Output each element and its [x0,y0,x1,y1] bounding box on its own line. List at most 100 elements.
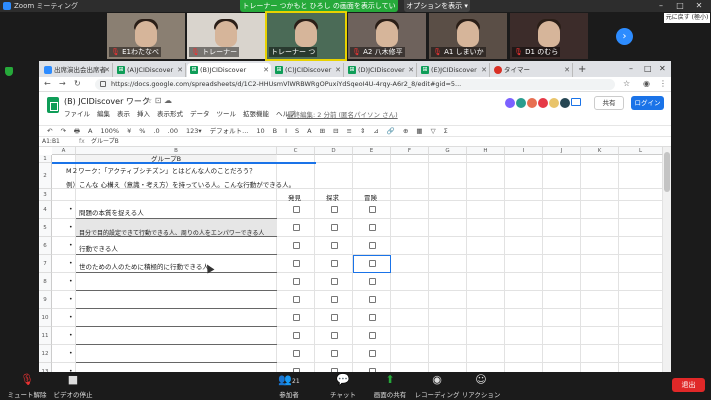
toolbar-item[interactable]: Σ [444,127,448,135]
toolbar-item[interactable]: % [139,127,145,135]
menu-extensions[interactable]: 拡張機能 [243,110,269,118]
participant-tile[interactable]: 🎙 E1わたなべ [107,13,185,59]
vertical-scrollbar[interactable] [663,147,671,372]
checkbox[interactable] [369,224,376,231]
toolbar-item[interactable]: I [285,127,287,135]
row-header[interactable]: 5 [39,219,52,237]
restore-button[interactable]: 元に戻す (極小) [664,13,710,23]
menu-edit[interactable]: 編集 [97,110,110,118]
row-header[interactable]: 8 [39,273,52,291]
star-icon[interactable]: ☆ ⊡ ☁ [145,96,172,105]
toolbar-item[interactable]: ⊞ [320,127,325,135]
checkbox[interactable] [331,242,338,249]
browser-menu-icon[interactable]: ⋮ [659,79,667,88]
toolbar-item[interactable]: ≡ [347,127,352,135]
record-button[interactable]: ◉ レコーディング [412,374,462,400]
entry-cell[interactable]: 行動できる人 [79,243,118,253]
tab-close-icon[interactable]: ✕ [408,63,414,77]
toolbar-item[interactable]: .00 [168,127,178,135]
menu-tools[interactable]: ツール [217,110,237,118]
entry-cell[interactable]: 目分で目的設定できて行動できる人、周りの人をエンパワーできる人 [79,228,264,237]
leave-meeting-button[interactable]: 退出 [672,378,705,392]
tab-close-icon[interactable]: ✕ [263,63,269,77]
checkbox[interactable] [293,314,300,321]
forward-icon[interactable]: → [59,79,66,88]
row-header[interactable]: 7 [39,255,52,273]
toolbar-item[interactable]: B [273,127,277,135]
avatar[interactable] [560,98,570,108]
checkbox[interactable] [331,224,338,231]
checkbox[interactable] [293,278,300,285]
view-options-button[interactable]: オプションを表示 ▾ [404,0,470,12]
browser-tab[interactable]: ⊞ (E)JCIDiscover ✕ [418,63,490,77]
menu-insert[interactable]: 挿入 [137,110,150,118]
share-screen-button[interactable]: ⬆ 画面の共有 [365,374,415,400]
toolbar-item[interactable]: ⊕ [403,127,408,135]
toolbar-item[interactable]: ⊟ [333,127,338,135]
chat-button[interactable]: 💬 チャット [318,374,368,400]
toolbar-item[interactable]: ▽ [431,127,436,135]
participant-tile[interactable]: 🎙 D1 のむら [510,13,588,59]
checkbox[interactable] [369,242,376,249]
tab-close-icon[interactable]: ✕ [564,63,570,77]
checkbox[interactable] [369,350,376,357]
column-header[interactable]: H [467,147,505,155]
extensions-icon[interactable]: ☆ [623,79,630,88]
row-header[interactable]: 1 [39,155,52,163]
checkbox[interactable] [293,332,300,339]
share-button[interactable]: 共有 [594,96,624,110]
checkbox[interactable] [331,206,338,213]
browser-tab[interactable]: タイマー ✕ [491,63,573,77]
browser-tab[interactable]: ⊞ (D)JCIDiscover ✕ [345,63,417,77]
url-input[interactable]: https://docs.google.com/spreadsheets/d/1… [95,79,615,90]
tab-close-icon[interactable]: ✕ [335,63,341,77]
column-header[interactable]: C [277,147,315,155]
checkbox[interactable] [331,278,338,285]
browser-maximize-icon[interactable]: □ [644,64,652,73]
reactions-button[interactable]: ☺ リアクション [456,374,506,400]
checkbox[interactable] [293,296,300,303]
maximize-icon[interactable]: □ [673,0,687,12]
checkbox[interactable] [293,260,300,267]
toolbar-item[interactable]: ⇕ [360,127,365,135]
toolbar-item[interactable]: .0 [153,127,159,135]
browser-tab[interactable]: ⊞ (A)JCIDiscover ✕ [114,63,186,77]
last-edit-link[interactable]: 最終編集: 2 分前 (匿名パイソン さん) [287,109,398,119]
toolbar-item[interactable]: A [88,127,92,135]
spreadsheet-grid[interactable]: A B C D E F G H I J K L 1 2 3 4 5 6 7 8 9 10 11 12 13 グループB M２ワーク：… [39,147,671,372]
column-header[interactable]: I [505,147,543,155]
minimize-icon[interactable]: – [654,0,668,12]
toolbar-item[interactable]: 🔗 [387,127,395,135]
row-header[interactable]: 12 [39,345,52,363]
checkbox[interactable] [369,206,376,213]
toolbar-item[interactable]: 10 [256,127,264,135]
menu-format[interactable]: 表示形式 [157,110,183,118]
browser-close-icon[interactable]: ✕ [659,64,666,73]
checkbox[interactable] [369,332,376,339]
toolbar-item[interactable]: S [295,127,299,135]
checkbox[interactable] [331,314,338,321]
toolbar-item[interactable]: ¥ [127,127,131,135]
checkbox[interactable] [293,242,300,249]
formula-input[interactable]: グループB [91,137,119,147]
column-header[interactable]: A [52,147,76,155]
checkbox[interactable] [331,332,338,339]
work-example-cell[interactable]: 例）こんな 心構え（意識・考え方）を持っている人。こんな行動ができる人。 [66,179,295,189]
checkbox[interactable] [293,206,300,213]
toolbar-item[interactable]: ▦ [416,127,422,135]
toolbar-item[interactable]: 123▾ [186,127,202,135]
scrollbar-thumb[interactable] [664,152,670,192]
row-header[interactable]: 4 [39,201,52,219]
column-header[interactable]: G [429,147,467,155]
next-page-icon[interactable]: › [616,28,633,45]
toolbar-item[interactable]: ↷ [60,127,65,135]
column-header[interactable]: D [315,147,353,155]
toolbar-item[interactable]: ↶ [47,127,52,135]
tab-close-icon[interactable]: ✕ [177,63,183,77]
participant-tile[interactable]: 🎙 A2 八木修平 [348,13,426,59]
toolbar-item[interactable]: ⊿ [373,127,378,135]
avatar[interactable] [505,98,515,108]
row-header[interactable]: 2 [39,163,52,189]
browser-tab[interactable]: ⊞ (C)JCIDiscover ✕ [272,63,344,77]
column-header[interactable]: K [581,147,619,155]
